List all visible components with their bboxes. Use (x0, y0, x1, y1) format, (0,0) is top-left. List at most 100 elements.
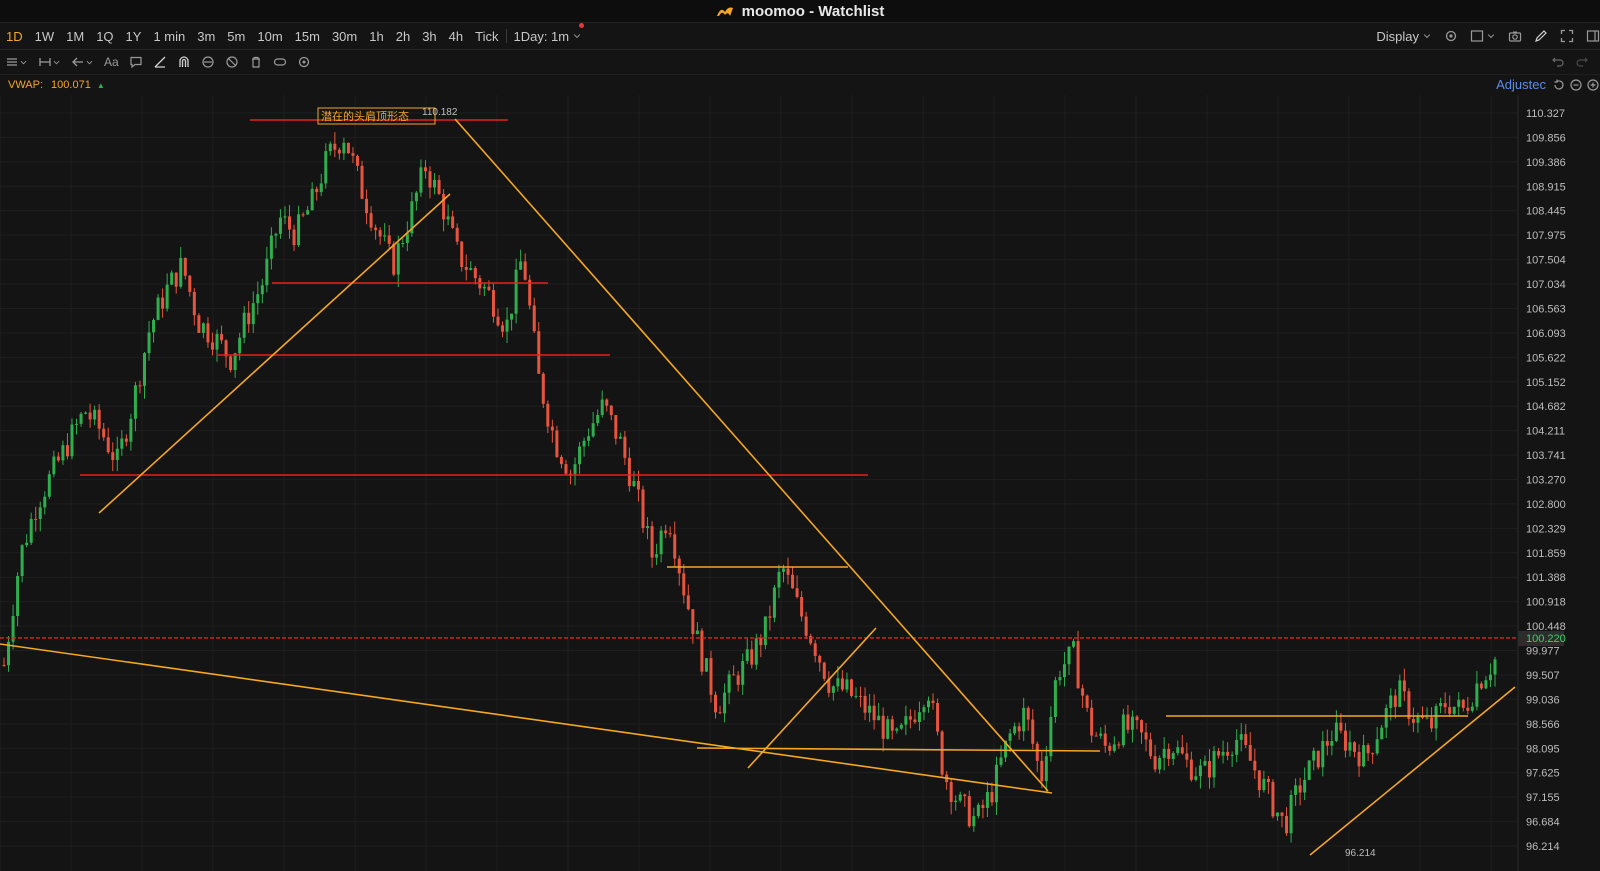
period-tab-4h[interactable]: 4h (443, 29, 469, 44)
period-tab-1q[interactable]: 1Q (90, 29, 119, 44)
trend-line[interactable] (747, 627, 877, 769)
candle-body (954, 800, 958, 803)
fullscreen-button[interactable] (1560, 29, 1574, 43)
candle-body (387, 235, 391, 244)
candle-body (1117, 744, 1121, 746)
candle-body (1280, 812, 1284, 816)
trend-line[interactable] (1309, 686, 1516, 856)
candle-body (1430, 717, 1434, 729)
sidebar-toggle[interactable] (1586, 29, 1600, 43)
candle-body (1099, 733, 1103, 736)
candle-body (2, 664, 6, 666)
undo-icon (1552, 57, 1564, 67)
settings-button[interactable] (1444, 29, 1458, 43)
lock-button[interactable] (201, 55, 215, 69)
candle-body (967, 796, 971, 827)
period-tab-5m[interactable]: 5m (221, 29, 251, 44)
candle-body (1149, 739, 1153, 757)
period-tab-1d[interactable]: 1D (0, 29, 29, 44)
period-tab-1min[interactable]: 1 min (147, 29, 191, 44)
period-tab-1y[interactable]: 1Y (120, 29, 148, 44)
candle-body (1362, 745, 1366, 767)
adjust-label[interactable]: Adjustec (1496, 77, 1546, 92)
screenshot-button[interactable] (1508, 29, 1522, 43)
period-tab-15m[interactable]: 15m (289, 29, 326, 44)
price-chart[interactable]: 110.327 109.856 109.386 108.915 108.445 107.9… (0, 95, 1600, 871)
delete-button[interactable] (249, 55, 263, 69)
logo-icon (716, 7, 733, 16)
trend-line[interactable] (98, 193, 451, 514)
period-tab-30m[interactable]: 30m (326, 29, 363, 44)
candle-body (52, 456, 56, 475)
period-tab-1m[interactable]: 1M (60, 29, 90, 44)
period-tab-1w[interactable]: 1W (29, 29, 61, 44)
candle-body (877, 715, 881, 721)
candle-body (1239, 734, 1243, 740)
candle-body (519, 261, 523, 270)
period-tab-3m[interactable]: 3m (191, 29, 221, 44)
price-axis[interactable]: 110.327 109.856 109.386 108.915 108.445 107.9… (1517, 95, 1566, 871)
candle-body (433, 179, 437, 188)
candle-body (20, 545, 24, 576)
drawing-annotations[interactable] (0, 118, 1518, 856)
candle-body (346, 142, 350, 154)
visibility-button[interactable] (273, 55, 287, 69)
candle-body (605, 399, 609, 406)
plus-icon[interactable] (1586, 78, 1600, 92)
candle-body (963, 794, 967, 797)
candle-body (1425, 717, 1429, 719)
candle-body (904, 716, 908, 725)
candle-body (555, 430, 559, 457)
period-tab-10m[interactable]: 10m (251, 29, 288, 44)
candle-body (428, 171, 432, 188)
magnet-button[interactable] (177, 55, 191, 69)
candle-body (179, 258, 183, 287)
candle-body (129, 418, 133, 442)
period-tab-2h[interactable]: 2h (390, 29, 416, 44)
period-mode-dropdown[interactable]: 1Day: 1m (509, 22, 585, 44)
tool-settings-button[interactable] (297, 55, 311, 69)
period-tab-1h[interactable]: 1h (363, 29, 389, 44)
reset-icon[interactable] (1552, 78, 1566, 92)
period-tab-3h[interactable]: 3h (416, 29, 442, 44)
measure-button[interactable] (38, 55, 61, 69)
price-tick-label: 103.741 (1526, 450, 1566, 462)
candle-body (120, 438, 124, 449)
candle-body (736, 675, 740, 685)
trend-line[interactable] (0, 643, 1053, 794)
candle-body (75, 423, 79, 425)
redo-button[interactable] (1575, 54, 1589, 68)
back-button[interactable] (71, 55, 94, 69)
candle-body (1470, 706, 1474, 711)
candle-body (220, 333, 224, 341)
undo-button[interactable] (1551, 54, 1565, 68)
draw-button[interactable] (1534, 29, 1548, 43)
display-dropdown[interactable]: Display (1376, 29, 1432, 44)
candle-body (265, 258, 269, 286)
vwap-indicator[interactable]: VWAP: 100.071 ▲ (8, 79, 105, 91)
camera-icon (1508, 31, 1522, 42)
minus-icon[interactable] (1569, 78, 1583, 92)
candle-body (510, 313, 514, 320)
period-separator (506, 29, 508, 43)
candle-body (1307, 760, 1311, 780)
text-tool-button[interactable]: Aa (104, 55, 119, 69)
candle-body (1158, 757, 1162, 770)
hide-button[interactable] (225, 55, 239, 69)
candle-body (396, 243, 400, 275)
candle-body (999, 757, 1003, 765)
candle-body (442, 193, 446, 220)
candle-body (437, 179, 441, 194)
candle-body (1380, 727, 1384, 740)
candle-body (1402, 680, 1406, 692)
candle-body (704, 658, 708, 672)
current-price-value: 100.220 (1526, 633, 1566, 645)
line-tool-button[interactable] (153, 55, 167, 69)
period-tab-tick[interactable]: Tick (469, 29, 504, 44)
menu-button[interactable] (5, 55, 28, 69)
candle-body (1008, 733, 1012, 741)
candle-body (718, 712, 722, 714)
layout-dropdown[interactable] (1470, 29, 1496, 43)
candle-body (1407, 691, 1411, 719)
note-tool-button[interactable] (129, 55, 143, 69)
